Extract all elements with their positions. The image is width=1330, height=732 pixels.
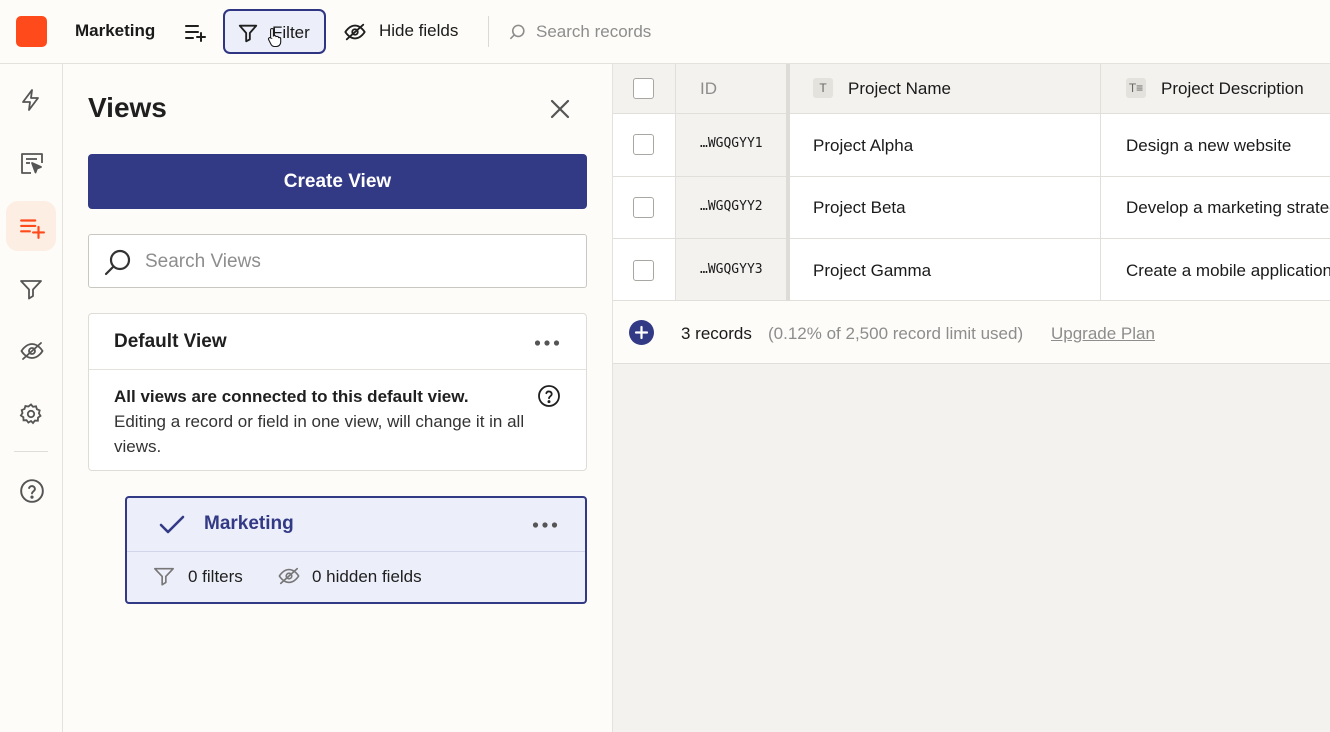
rail-automations[interactable] bbox=[6, 75, 56, 125]
hide-fields-label: Hide fields bbox=[379, 21, 459, 40]
row-select-cell bbox=[613, 239, 676, 301]
search-records[interactable] bbox=[508, 18, 708, 46]
text-type-icon: T bbox=[813, 78, 833, 98]
row-select-cell bbox=[613, 177, 676, 239]
marketing-view-stats: 0 filters 0 hidden fields bbox=[153, 565, 573, 589]
create-view-button[interactable]: Create View bbox=[88, 154, 587, 209]
column-header-id[interactable]: ID bbox=[676, 64, 788, 114]
project-name: Project Gamma bbox=[813, 261, 932, 280]
column-header-project-description-label: Project Description bbox=[1161, 79, 1304, 98]
record-id: …WGQGYY3 bbox=[700, 262, 763, 277]
project-description: Design a new website bbox=[1126, 136, 1292, 155]
column-header-project-name-label: Project Name bbox=[848, 79, 951, 98]
project-description-cell[interactable]: Create a mobile application bbox=[1101, 239, 1330, 301]
hand-cursor-icon bbox=[267, 27, 282, 47]
grid-footer: 3 records (0.12% of 2,500 record limit u… bbox=[613, 301, 1330, 364]
settings-icon bbox=[19, 403, 42, 425]
search-views[interactable] bbox=[88, 234, 587, 288]
default-view-name: Default View bbox=[114, 331, 227, 352]
eye-off-icon bbox=[20, 342, 44, 360]
hidden-fields-count: 0 hidden fields bbox=[312, 567, 422, 586]
long-text-type-icon: T≡ bbox=[1126, 78, 1146, 98]
id-cell[interactable]: …WGQGYY1 bbox=[676, 114, 788, 177]
default-view-info: All views are connected to this default … bbox=[114, 384, 534, 459]
app-logo[interactable] bbox=[16, 16, 47, 47]
rail-interfaces[interactable] bbox=[6, 138, 56, 188]
project-description-cell[interactable]: Design a new website bbox=[1101, 114, 1330, 177]
help-icon[interactable] bbox=[537, 384, 561, 408]
views-title: Views bbox=[88, 92, 167, 123]
add-view-icon[interactable] bbox=[183, 20, 207, 44]
project-name: Project Alpha bbox=[813, 136, 914, 155]
filters-count: 0 filters bbox=[188, 567, 243, 586]
record-id: …WGQGYY2 bbox=[700, 199, 763, 214]
records-grid: ID T Project Name T≡ Project Description… bbox=[613, 64, 1330, 732]
rail-filter[interactable] bbox=[6, 264, 56, 314]
rail-help[interactable] bbox=[6, 465, 56, 515]
select-all-checkbox[interactable] bbox=[633, 78, 654, 99]
project-description-cell[interactable]: Develop a marketing strategy bbox=[1101, 177, 1330, 239]
row-checkbox[interactable] bbox=[633, 134, 654, 155]
top-bar: Marketing Filter Hide fields bbox=[0, 0, 1330, 64]
marketing-view-name: Marketing bbox=[204, 513, 294, 534]
column-header-project-description[interactable]: T≡ Project Description bbox=[1101, 64, 1330, 114]
rail-divider bbox=[14, 451, 48, 452]
search-icon bbox=[104, 249, 131, 276]
eye-off-icon bbox=[344, 23, 366, 41]
eye-off-icon bbox=[278, 567, 300, 585]
marketing-view-header[interactable]: Marketing bbox=[127, 498, 585, 552]
project-name-cell[interactable]: Project Alpha bbox=[788, 114, 1101, 177]
more-options-icon[interactable] bbox=[534, 339, 560, 347]
project-description: Develop a marketing strategy bbox=[1126, 198, 1330, 217]
add-record-icon[interactable] bbox=[629, 320, 654, 345]
close-icon[interactable] bbox=[547, 96, 573, 122]
default-view-card: Default View All views are connected to … bbox=[88, 313, 587, 471]
default-view-info-bold: All views are connected to this default … bbox=[114, 387, 469, 406]
default-view-header[interactable]: Default View bbox=[89, 314, 586, 370]
marketing-view-card[interactable]: Marketing 0 filters 0 hidden fields bbox=[125, 496, 587, 604]
views-icon bbox=[20, 219, 45, 239]
default-view-info-text: Editing a record or field in one view, w… bbox=[114, 412, 525, 456]
column-header-project-name[interactable]: T Project Name bbox=[788, 64, 1101, 114]
frozen-column-divider[interactable] bbox=[786, 64, 790, 301]
base-name[interactable]: Marketing bbox=[75, 21, 155, 41]
upgrade-plan-link[interactable]: Upgrade Plan bbox=[1051, 324, 1155, 344]
hide-fields-button[interactable]: Hide fields bbox=[340, 9, 480, 54]
more-options-icon[interactable] bbox=[532, 521, 558, 529]
record-count: 3 records bbox=[681, 324, 752, 343]
column-header-id-label: ID bbox=[700, 79, 717, 98]
search-records-input[interactable] bbox=[536, 18, 706, 46]
views-panel: Views Create View Default View All views… bbox=[63, 64, 613, 732]
rail-hide-fields[interactable] bbox=[6, 326, 56, 376]
left-rail bbox=[0, 64, 63, 732]
project-name-cell[interactable]: Project Gamma bbox=[788, 239, 1101, 301]
filter-icon bbox=[154, 567, 174, 586]
id-cell[interactable]: …WGQGYY3 bbox=[676, 239, 788, 301]
project-name-cell[interactable]: Project Beta bbox=[788, 177, 1101, 239]
row-checkbox[interactable] bbox=[633, 197, 654, 218]
rail-views[interactable] bbox=[6, 201, 56, 251]
interface-icon bbox=[21, 153, 43, 174]
row-checkbox[interactable] bbox=[633, 260, 654, 281]
filter-icon bbox=[238, 24, 258, 43]
select-all-cell bbox=[613, 64, 676, 114]
record-id: …WGQGYY1 bbox=[700, 136, 763, 151]
id-cell[interactable]: …WGQGYY2 bbox=[676, 177, 788, 239]
project-description: Create a mobile application bbox=[1126, 261, 1330, 280]
row-select-cell bbox=[613, 114, 676, 177]
help-icon bbox=[20, 479, 44, 503]
filter-icon bbox=[20, 280, 42, 300]
search-views-input[interactable] bbox=[145, 247, 575, 277]
grid-table: ID T Project Name T≡ Project Description… bbox=[613, 64, 1330, 364]
toolbar-divider bbox=[488, 16, 489, 47]
search-icon bbox=[509, 24, 525, 40]
record-usage: (0.12% of 2,500 record limit used) bbox=[768, 324, 1024, 343]
rail-settings[interactable] bbox=[6, 389, 56, 439]
project-name: Project Beta bbox=[813, 198, 906, 217]
lightning-icon bbox=[22, 89, 39, 111]
checkmark-icon bbox=[159, 515, 185, 534]
